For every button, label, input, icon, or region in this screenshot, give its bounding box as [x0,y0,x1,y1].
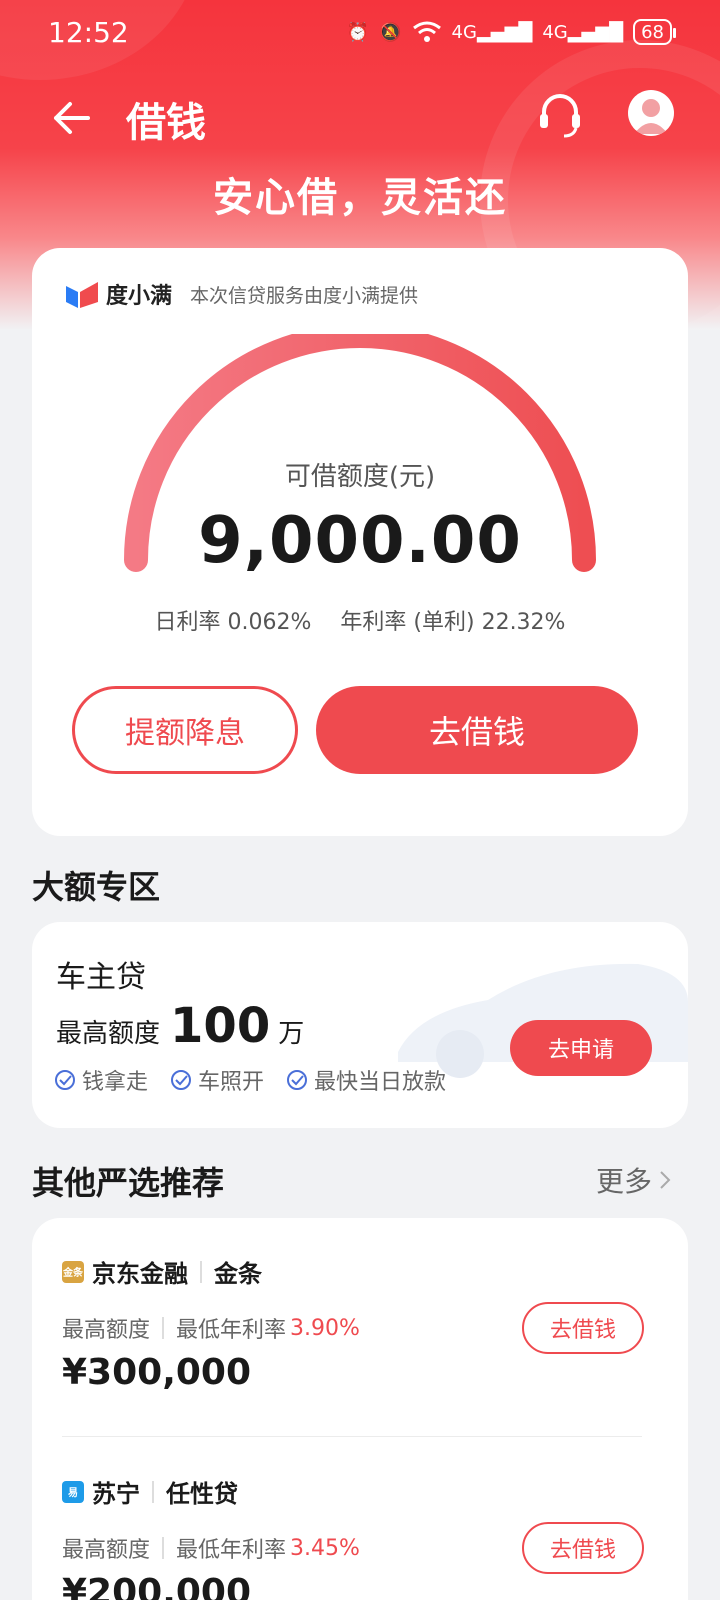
duxiaoman-logo-icon [66,282,98,308]
signal-icon: 4G▂▄▆█ [451,21,533,43]
avatar[interactable] [628,90,674,136]
brand-name: 苏宁 [92,1480,140,1508]
check-circle-icon [55,1070,75,1090]
chevron-right-icon [660,1171,671,1189]
more-label: 更多 [595,1165,652,1198]
battery-level: 68 [641,21,664,43]
annual-rate: 年利率 (单利) 22.32% [340,610,566,635]
limit-value: 100 [170,998,271,1054]
check-circle-icon [171,1070,192,1090]
divider [62,1436,642,1437]
product-name: 金条 [214,1260,262,1288]
max-amount: ¥200,000 [62,1572,252,1600]
status-bar: 12:52 ⏰ 🔕 4G▂▄▆█ 4G▂▄▆█ 68 [0,0,720,64]
back-arrow-icon[interactable] [48,94,96,142]
limit-label: 最高额度 [62,1318,151,1343]
divider [162,1317,165,1339]
daily-rate: 日利率 0.062% [154,610,312,635]
brand-name: 京东金融 [92,1260,188,1288]
limit-label: 最高额度 [62,1538,151,1563]
rate-value: 3.45% [290,1535,360,1561]
status-time: 12:52 [48,15,129,49]
headset-icon[interactable] [534,88,586,140]
rate-label: 最低年利率 [176,1538,287,1563]
borrow-button[interactable]: 去借钱 [522,1522,644,1574]
product-limit: 最高额度 100 万 [56,998,304,1054]
product-name: 任性贷 [166,1480,238,1508]
user-icon [634,99,668,134]
feature-item: 最快当日放款 [286,1064,446,1096]
loan-limit-card: 度小满 本次信贷服务由度小满提供 可借额度(元) 9,000.00 日利率 0.… [32,248,688,836]
provider-info: 度小满 本次信贷服务由度小满提供 [64,278,418,310]
battery-icon: 68 [633,19,676,45]
section-title-recommend: 其他严选推荐 [32,1164,225,1202]
jd-finance-icon: 金条 [62,1260,84,1283]
limit-label: 最高额度 [56,1019,161,1049]
network-type: 4G [451,21,477,43]
feature-item: 车照开 [170,1064,264,1096]
feature-label: 钱拿走 [82,1070,149,1095]
section-title-large: 大额专区 [32,868,161,906]
rec-meta: 最高额度 最低年利率 3.90% [62,1312,360,1344]
provider-note: 本次信贷服务由度小满提供 [190,284,419,307]
feature-list: 钱拿走 车照开 最快当日放款 [54,1064,446,1096]
divider [200,1260,202,1283]
product-name: 车主贷 [56,960,146,995]
rec-meta: 最高额度 最低年利率 3.45% [62,1532,360,1564]
recommend-card: 金条 京东金融 金条 最高额度 最低年利率 3.90% ¥300,000 去借钱… [32,1218,688,1600]
suning-icon: 易 [62,1480,84,1503]
rate-label: 最低年利率 [176,1318,287,1343]
check-circle-icon [287,1070,308,1090]
list-item[interactable]: 金条 京东金融 金条 最高额度 最低年利率 3.90% ¥300,000 去借钱 [32,1218,688,1438]
signal-icon: 4G▂▄▆█ [542,21,624,43]
limit-label: 可借额度(元) [284,462,436,492]
provider-name: 度小满 [106,284,173,309]
borrow-button[interactable]: 去借钱 [522,1302,644,1354]
apply-button[interactable]: 去申请 [510,1020,652,1076]
limit-unit: 万 [278,1019,305,1049]
slogan: 安心借，灵活还 [213,175,507,221]
mute-icon: 🔕 [379,21,402,43]
limit-amount: 9,000.00 [198,504,522,578]
divider [152,1480,154,1503]
feature-label: 车照开 [198,1070,265,1095]
network-type: 4G [542,21,568,43]
rate-info: 日利率 0.062% 年利率 (单利) 22.32% [32,604,688,636]
feature-item: 钱拿走 [54,1064,148,1096]
wifi-icon [412,21,441,42]
more-link[interactable]: 更多 [596,1160,672,1200]
raise-limit-button[interactable]: 提额降息 [72,686,298,774]
navbar: 借钱 [0,80,720,156]
list-item[interactable]: 易 苏宁 任性贷 最高额度 最低年利率 3.45% ¥200,000 去借钱 [32,1438,688,1600]
borrow-button[interactable]: 去借钱 [316,686,638,774]
alarm-icon: ⏰ [346,21,370,43]
divider [162,1537,165,1559]
car-loan-card[interactable]: 车主贷 最高额度 100 万 钱拿走 车照开 最快当日放款 去申请 [32,922,688,1128]
max-amount: ¥300,000 [62,1352,252,1393]
page-title: 借钱 [126,100,206,146]
rate-value: 3.90% [290,1315,360,1341]
feature-label: 最快当日放款 [314,1070,447,1095]
rec-header: 金条 京东金融 金条 [62,1254,262,1289]
rec-header: 易 苏宁 任性贷 [62,1474,238,1509]
